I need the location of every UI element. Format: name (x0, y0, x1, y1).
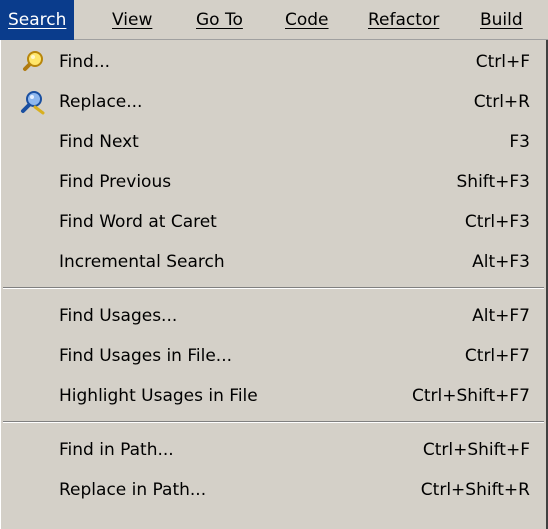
menu-view[interactable]: View (104, 0, 160, 40)
menu-goto[interactable]: Go To (188, 0, 251, 40)
menu-item-find-word-at-caret[interactable]: Find Word at Caret Ctrl+F3 (1, 202, 546, 242)
menu-item-shortcut: Alt+F3 (472, 252, 530, 272)
menu-item-replace-in-path[interactable]: Replace in Path... Ctrl+Shift+R (1, 470, 546, 510)
menu-item-label: Find... (59, 52, 111, 72)
menu-item-label: Incremental Search (59, 252, 225, 272)
menu-item-shortcut: Ctrl+Shift+F7 (412, 386, 530, 406)
menu-item-replace[interactable]: Replace... Ctrl+R (1, 82, 546, 122)
menu-item-shortcut: Ctrl+Shift+F (422, 440, 530, 460)
menu-refactor[interactable]: Refactor (360, 0, 447, 40)
menu-item-label: Find Previous (59, 172, 172, 192)
menu-item-label: Find in Path... (59, 440, 174, 460)
menu-search[interactable]: Search (0, 0, 75, 40)
menu-item-shortcut: Ctrl+Shift+R (420, 480, 530, 500)
menu-item-shortcut: Ctrl+F (475, 52, 530, 72)
menu-item-find-usages-in-file[interactable]: Find Usages in File... Ctrl+F7 (1, 336, 546, 376)
menu-item-label: Replace in Path... (59, 480, 207, 500)
menu-bar: Search View Go To Code Refactor Build (0, 0, 548, 40)
menu-item-shortcut: Alt+F7 (472, 306, 530, 326)
menu-item-incremental-search[interactable]: Incremental Search Alt+F3 (1, 242, 546, 282)
menu-item-label: Find Usages in File... (59, 346, 233, 366)
menu-code[interactable]: Code (277, 0, 337, 40)
menu-separator (3, 421, 544, 423)
menu-item-label: Highlight Usages in File (59, 386, 258, 406)
menu-separator (3, 287, 544, 289)
menu-build[interactable]: Build (472, 0, 531, 40)
menu-item-shortcut: Shift+F3 (456, 172, 530, 192)
menu-item-label: Find Word at Caret (59, 212, 217, 232)
menu-item-shortcut: Ctrl+F7 (464, 346, 530, 366)
find-icon (19, 49, 45, 75)
search-dropdown-menu: Find... Ctrl+F Replace... Ctrl+R Find Ne… (0, 40, 548, 529)
replace-icon (19, 89, 45, 115)
menu-item-label: Replace... (59, 92, 143, 112)
menu-item-shortcut: F3 (509, 132, 530, 152)
menu-item-label: Find Next (59, 132, 139, 152)
menu-item-find-in-path[interactable]: Find in Path... Ctrl+Shift+F (1, 430, 546, 470)
menu-item-find[interactable]: Find... Ctrl+F (1, 42, 546, 82)
menu-item-find-usages[interactable]: Find Usages... Alt+F7 (1, 296, 546, 336)
menu-item-shortcut: Ctrl+F3 (464, 212, 530, 232)
menu-item-find-next[interactable]: Find Next F3 (1, 122, 546, 162)
menu-item-highlight-usages-in-file[interactable]: Highlight Usages in File Ctrl+Shift+F7 (1, 376, 546, 416)
menu-item-shortcut: Ctrl+R (473, 92, 530, 112)
menu-item-label: Find Usages... (59, 306, 178, 326)
menu-item-find-previous[interactable]: Find Previous Shift+F3 (1, 162, 546, 202)
